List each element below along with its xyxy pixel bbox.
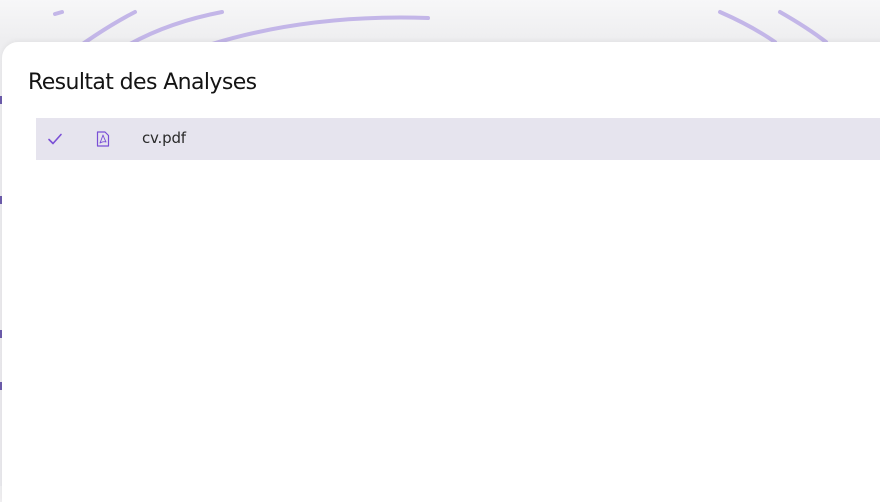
analysis-results-panel [2,42,880,502]
file-name: cv.pdf [142,129,186,147]
check-icon [47,118,63,160]
panel-title: Resultat des Analyses [28,70,257,95]
pdf-file-icon [96,118,110,160]
file-row[interactable]: cv.pdf [36,118,880,160]
left-edge-marks [0,96,2,390]
